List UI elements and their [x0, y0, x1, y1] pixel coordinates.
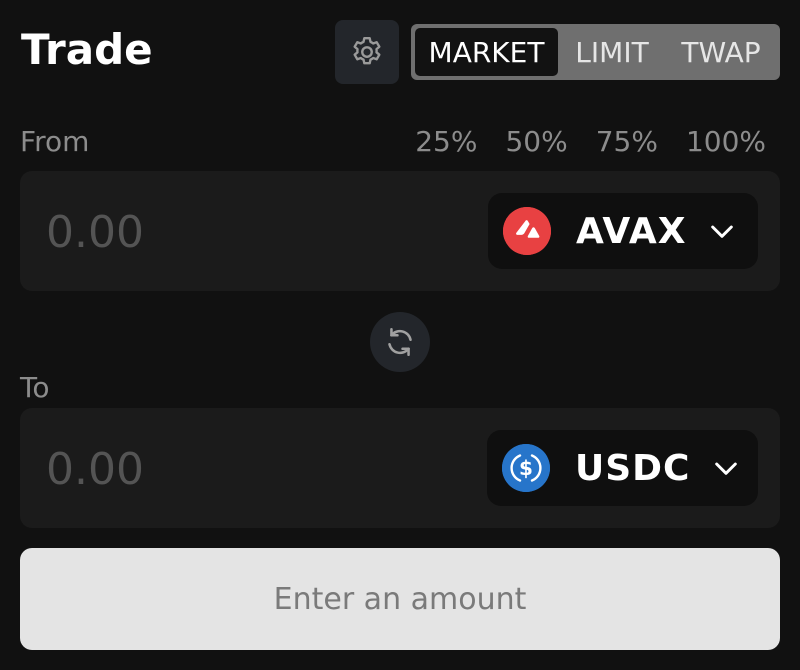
avax-logo-icon [503, 207, 551, 255]
order-mode-switch: MARKET LIMIT TWAP [411, 24, 780, 80]
pct-50-button[interactable]: 50% [505, 124, 567, 160]
to-amount-box: $ USDC [20, 408, 780, 528]
gear-icon [353, 37, 381, 65]
svg-text:$: $ [519, 456, 533, 480]
usdc-logo-icon: $ [502, 444, 550, 492]
tab-twap[interactable]: TWAP [666, 28, 776, 76]
to-token-symbol: USDC [575, 447, 691, 489]
settings-button[interactable] [335, 20, 399, 84]
tab-market[interactable]: MARKET [415, 28, 558, 76]
to-label: To [20, 371, 50, 404]
pct-100-button[interactable]: 100% [686, 124, 766, 160]
pct-75-button[interactable]: 75% [596, 124, 658, 160]
chevron-down-icon [715, 462, 738, 475]
enter-amount-button[interactable]: Enter an amount [20, 548, 780, 650]
pct-25-button[interactable]: 25% [415, 124, 477, 160]
to-amount-input[interactable] [44, 436, 448, 502]
from-label: From [20, 125, 90, 158]
from-token-symbol: AVAX [576, 210, 687, 252]
tab-limit[interactable]: LIMIT [558, 28, 666, 76]
percentage-shortcuts: 25% 50% 75% 100% [415, 124, 766, 160]
from-token-select[interactable]: AVAX [488, 193, 758, 269]
trade-panel: Trade MARKET LIMIT TWAP From 25% 50% 75%… [0, 0, 800, 670]
page-title: Trade [21, 25, 153, 74]
to-token-select[interactable]: $ USDC [487, 430, 758, 506]
from-amount-box: AVAX [20, 171, 780, 291]
swap-arrows-icon [388, 327, 412, 357]
chevron-down-icon [711, 225, 734, 238]
from-amount-input[interactable] [44, 199, 448, 265]
swap-direction-button[interactable] [370, 312, 430, 372]
